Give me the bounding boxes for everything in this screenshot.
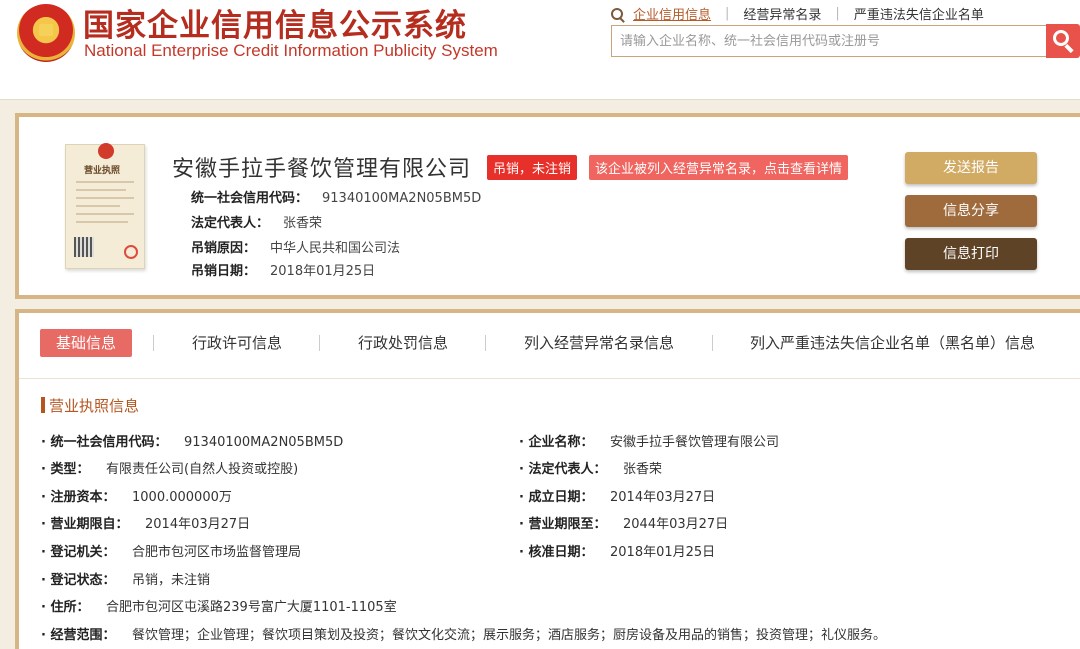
company-name: 安徽手拉手餐饮管理有限公司 — [172, 157, 472, 182]
seal-icon — [98, 143, 114, 159]
tab-basic-info[interactable]: 基础信息 — [40, 329, 133, 357]
info-revocation-date: 吊销日期： 2018年01月25日 — [191, 264, 376, 279]
search-button[interactable] — [1046, 24, 1080, 58]
field-reg-status: · 登记状态： 吊销，未注销 — [41, 573, 211, 588]
site-subtitle: National Enterprise Credit Information P… — [84, 41, 498, 60]
national-emblem-icon — [17, 4, 75, 62]
info-legal-rep: 法定代表人： 张香荣 — [191, 216, 323, 231]
nav-link-blacklist[interactable]: 严重违法失信企业名单 — [854, 4, 984, 23]
section-marker — [41, 397, 45, 413]
license-title: 营业执照 — [84, 166, 121, 176]
qr-code-icon — [74, 237, 94, 257]
nav-divider: | — [835, 6, 840, 21]
info-revocation-reason: 吊销原因： 中华人民共和国公司法 — [191, 241, 401, 256]
status-badge: 吊销，未注销 — [487, 155, 578, 180]
company-summary-card: 营业执照 安徽手拉手餐饮管理有限公司 吊销，未注销 该企业被列入经营异常名录，点… — [15, 113, 1080, 299]
info-credit-code: 统一社会信用代码： 91340100MA2N05BM5D — [191, 191, 482, 206]
field-term-to: · 营业期限至： 2044年03月27日 — [519, 517, 729, 532]
search-input[interactable] — [620, 34, 1038, 49]
search-box — [611, 25, 1047, 57]
tab-admin-license[interactable]: 行政许可信息 — [192, 329, 282, 357]
top-nav: 企业信用信息 | 经营异常名录 | 严重违法失信企业名单 — [611, 4, 984, 23]
tab-admin-penalty[interactable]: 行政处罚信息 — [358, 329, 448, 357]
share-info-button[interactable]: 信息分享 — [905, 195, 1037, 227]
field-legal-rep: · 法定代表人： 张香荣 — [519, 462, 663, 477]
field-authority: · 登记机关： 合肥市包河区市场监督管理局 — [41, 545, 302, 560]
send-report-button[interactable]: 发送报告 — [905, 152, 1037, 184]
stamp-icon — [124, 245, 138, 259]
field-capital: · 注册资本： 1000.000000万 — [41, 490, 232, 505]
abnormal-list-badge[interactable]: 该企业被列入经营异常名录，点击查看详情 — [589, 155, 849, 180]
site-title: 国家企业信用信息公示系统 — [83, 8, 467, 44]
tab-abnormal-list[interactable]: 列入经营异常名录信息 — [524, 329, 674, 357]
print-info-button[interactable]: 信息打印 — [905, 238, 1037, 270]
search-icon — [611, 7, 623, 20]
field-approval-date: · 核准日期： 2018年01月25日 — [519, 545, 716, 560]
field-term-from: · 营业期限自： 2014年03月27日 — [41, 517, 251, 532]
field-credit-code: · 统一社会信用代码： 91340100MA2N05BM5D — [41, 435, 344, 450]
field-company-name: · 企业名称： 安徽手拉手餐饮管理有限公司 — [519, 435, 780, 450]
field-established: · 成立日期： 2014年03月27日 — [519, 490, 716, 505]
field-scope: · 经营范围： 餐饮管理；企业管理；餐饮项目策划及投资；餐饮文化交流；展示服务；… — [41, 628, 887, 643]
business-license-thumbnail[interactable]: 营业执照 — [65, 143, 145, 269]
nav-link-credit-info[interactable]: 企业信用信息 — [633, 4, 711, 23]
nav-divider: | — [725, 6, 730, 21]
tab-blacklist[interactable]: 列入严重违法失信企业名单（黑名单）信息 — [750, 329, 1035, 357]
field-address: · 住所： 合肥市包河区屯溪路239号富广大厦1101-1105室 — [41, 600, 397, 615]
tab-bar: 基础信息 行政许可信息 行政处罚信息 列入经营异常名录信息 列入严重违法失信企业… — [19, 313, 1080, 379]
field-type: · 类型： 有限责任公司(自然人投资或控股) — [41, 462, 299, 477]
detail-card: 基础信息 行政许可信息 行政处罚信息 列入经营异常名录信息 列入严重违法失信企业… — [15, 309, 1080, 649]
nav-link-abnormal-list[interactable]: 经营异常名录 — [743, 4, 821, 23]
site-header: 国家企业信用信息公示系统 National Enterprise Credit … — [0, 0, 1080, 100]
section-title: 营业执照信息 — [49, 397, 140, 415]
